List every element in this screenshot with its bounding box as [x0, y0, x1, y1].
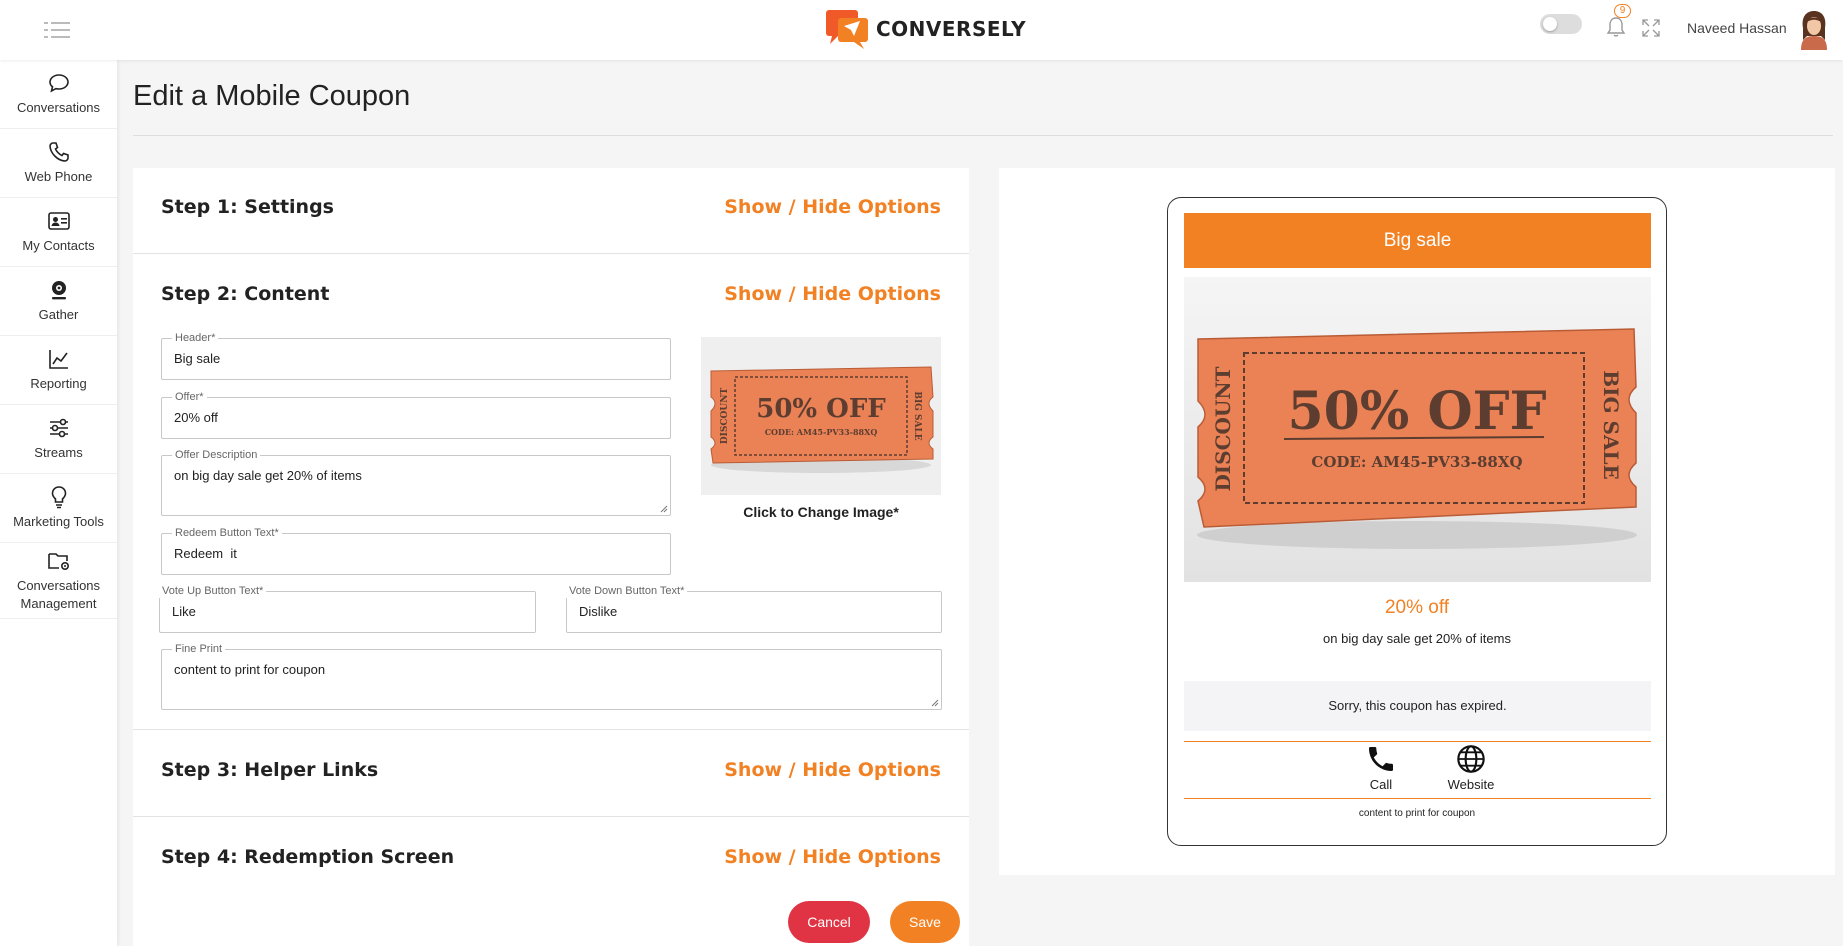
- step-redemption-screen: Step 4: Redemption Screen Show / Hide Op…: [133, 818, 969, 904]
- line-chart-icon: [48, 350, 68, 369]
- vote-up-field[interactable]: Vote Up Button Text*: [159, 584, 536, 633]
- preview-coupon-headline: 50% OFF: [1287, 381, 1546, 442]
- offer-input[interactable]: [162, 398, 670, 437]
- folder-gear-icon: [47, 552, 69, 570]
- contact-card-icon: [47, 212, 70, 230]
- fine-print-field[interactable]: Fine Print content to print for coupon: [161, 642, 942, 710]
- preview-fine-print: content to print for coupon: [1358, 808, 1476, 819]
- logo-icon: [826, 10, 868, 49]
- resize-grip-icon[interactable]: [931, 699, 939, 707]
- step-title: Step 2: Content: [161, 283, 330, 305]
- chat-bubble-icon: [48, 74, 69, 93]
- header-input[interactable]: [162, 339, 670, 378]
- preview-offer: 20% off: [1384, 597, 1450, 618]
- sidebar-item-conversations-management[interactable]: Conversations Management: [0, 543, 117, 619]
- step-title: Step 3: Helper Links: [161, 759, 379, 781]
- preview-expired-message: Sorry, this coupon has expired.: [1184, 681, 1651, 731]
- preview-website-label: Website: [1447, 777, 1495, 792]
- title-divider: [133, 135, 1833, 136]
- sidebar-item-label: Web Phone: [24, 169, 93, 184]
- sidebar-item-my-contacts[interactable]: My Contacts: [0, 198, 117, 267]
- sidebar-item-label: My Contacts: [22, 238, 95, 253]
- notification-badge: 9: [1614, 4, 1631, 18]
- webcam-icon: [51, 281, 66, 300]
- change-image-link[interactable]: Click to Change Image*: [701, 504, 941, 520]
- step-settings: Step 1: Settings Show / Hide Options: [133, 168, 969, 254]
- sliders-icon: [49, 418, 68, 438]
- theme-toggle[interactable]: [1540, 14, 1582, 34]
- sidebar-item-web-phone[interactable]: Web Phone: [0, 129, 117, 198]
- preview-coupon-code: CODE: AM45-PV33-88XQ: [1311, 453, 1522, 471]
- sidebar-item-gather[interactable]: Gather: [0, 267, 117, 336]
- step-helper-links: Step 3: Helper Links Show / Hide Options: [133, 731, 969, 817]
- sidebar-item-label: Reporting: [30, 376, 87, 391]
- header-field-label: Header*: [172, 331, 219, 345]
- header-field[interactable]: Header*: [161, 331, 671, 380]
- vote-up-label: Vote Up Button Text*: [159, 584, 267, 598]
- offer-field-label: Offer*: [172, 390, 207, 404]
- brand-name: CONVERSELY: [876, 17, 1027, 41]
- sidebar-item-label: Conversations: [16, 100, 101, 115]
- phone-preview: Big sale 50% OFF CODE: AM45-PV33-88XQ DI…: [1167, 197, 1667, 846]
- preview-coupon-left-text: DISCOUNT: [1211, 366, 1235, 491]
- step-helper-links-toggle[interactable]: Show / Hide Options: [724, 759, 941, 781]
- brand-logo[interactable]: CONVERSELY: [824, 8, 1026, 50]
- sidebar-item-label: Gather: [38, 307, 79, 322]
- sidebar-item-conversations[interactable]: Conversations: [0, 60, 117, 129]
- sidebar-item-label: Conversations Management: [16, 577, 101, 611]
- coupon-left-text: DISCOUNT: [720, 388, 730, 445]
- sidebar-item-streams[interactable]: Streams: [0, 405, 117, 474]
- preview-call-link[interactable]: Call: [1346, 743, 1416, 792]
- fullscreen-icon[interactable]: [1642, 19, 1660, 37]
- coupon-code: CODE: AM45-PV33-88XQ: [765, 427, 878, 437]
- globe-icon: [1457, 745, 1485, 773]
- vote-down-field[interactable]: Vote Down Button Text*: [566, 584, 942, 633]
- step-title: Step 4: Redemption Screen: [161, 846, 455, 868]
- preview-coupon-image: 50% OFF CODE: AM45-PV33-88XQ DISCOUNT BI…: [1184, 277, 1651, 582]
- step-redemption-toggle[interactable]: Show / Hide Options: [724, 846, 941, 868]
- page-title: Edit a Mobile Coupon: [133, 80, 411, 112]
- avatar[interactable]: [1797, 10, 1831, 50]
- step-title: Step 1: Settings: [161, 196, 334, 218]
- step-settings-toggle[interactable]: Show / Hide Options: [724, 196, 941, 218]
- bell-icon[interactable]: [1606, 16, 1626, 38]
- menu-toggle-icon[interactable]: [44, 20, 70, 40]
- resize-grip-icon[interactable]: [660, 505, 668, 513]
- sidebar-item-label: Marketing Tools: [13, 514, 104, 529]
- user-name[interactable]: Naveed Hassan: [1687, 20, 1787, 36]
- sidebar: Conversations Web Phone My Contacts Gath…: [0, 60, 117, 946]
- coupon-image-thumbnail[interactable]: 50% OFF CODE: AM45-PV33-88XQ DISCOUNT BI…: [701, 337, 941, 495]
- phone-icon: [48, 142, 69, 162]
- sidebar-item-label: Streams: [34, 445, 83, 460]
- sidebar-item-reporting[interactable]: Reporting: [0, 336, 117, 405]
- preview-call-label: Call: [1369, 777, 1393, 792]
- toggle-knob: [1543, 17, 1557, 31]
- offer-description-label: Offer Description: [172, 448, 261, 462]
- preview-divider-bottom: [1184, 798, 1651, 799]
- fine-print-textarea[interactable]: content to print for coupon: [162, 650, 941, 709]
- preview-website-link[interactable]: Website: [1436, 743, 1506, 792]
- fine-print-label: Fine Print: [172, 642, 226, 656]
- redeem-button-field[interactable]: Redeem Button Text*: [161, 526, 671, 575]
- redeem-button-label: Redeem Button Text*: [172, 526, 282, 540]
- step-content-toggle[interactable]: Show / Hide Options: [724, 283, 941, 305]
- coupon-right-text: BIG SALE: [912, 391, 922, 440]
- coupon-headline: 50% OFF: [756, 394, 886, 424]
- lightbulb-icon: [51, 486, 66, 509]
- offer-description-textarea[interactable]: on big day sale get 20% of items: [162, 456, 670, 515]
- preview-description: on big day sale get 20% of items: [1323, 631, 1511, 646]
- phone-icon: [1369, 747, 1393, 771]
- vote-down-label: Vote Down Button Text*: [566, 584, 688, 598]
- preview-divider-top: [1184, 741, 1651, 742]
- save-button[interactable]: Save: [890, 901, 960, 943]
- preview-coupon-right-text: BIG SALE: [1599, 370, 1623, 480]
- top-bar: CONVERSELY 9 Naveed Hassan: [0, 0, 1843, 60]
- offer-field[interactable]: Offer*: [161, 390, 671, 439]
- preview-header: Big sale: [1184, 213, 1651, 268]
- sidebar-item-marketing-tools[interactable]: Marketing Tools: [0, 474, 117, 543]
- offer-description-field[interactable]: Offer Description on big day sale get 20…: [161, 448, 671, 516]
- cancel-button[interactable]: Cancel: [788, 901, 870, 943]
